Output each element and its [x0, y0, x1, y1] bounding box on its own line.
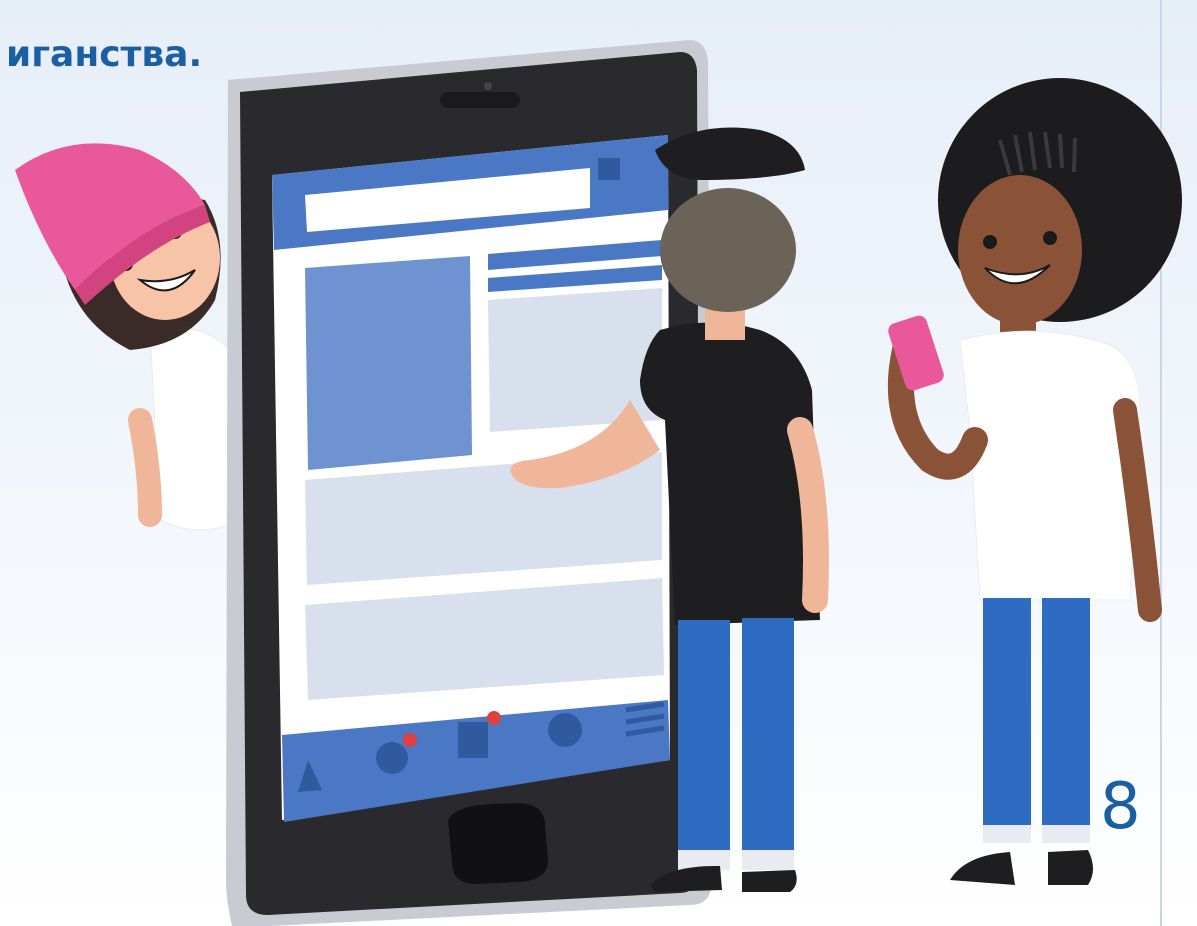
page-number: 8 [1100, 770, 1141, 844]
phone-illustration-icon [226, 40, 712, 926]
illustration [15, 40, 1182, 926]
girl-pink-hat-icon [15, 143, 241, 531]
girl-afro-holding-phone-icon [887, 78, 1182, 885]
